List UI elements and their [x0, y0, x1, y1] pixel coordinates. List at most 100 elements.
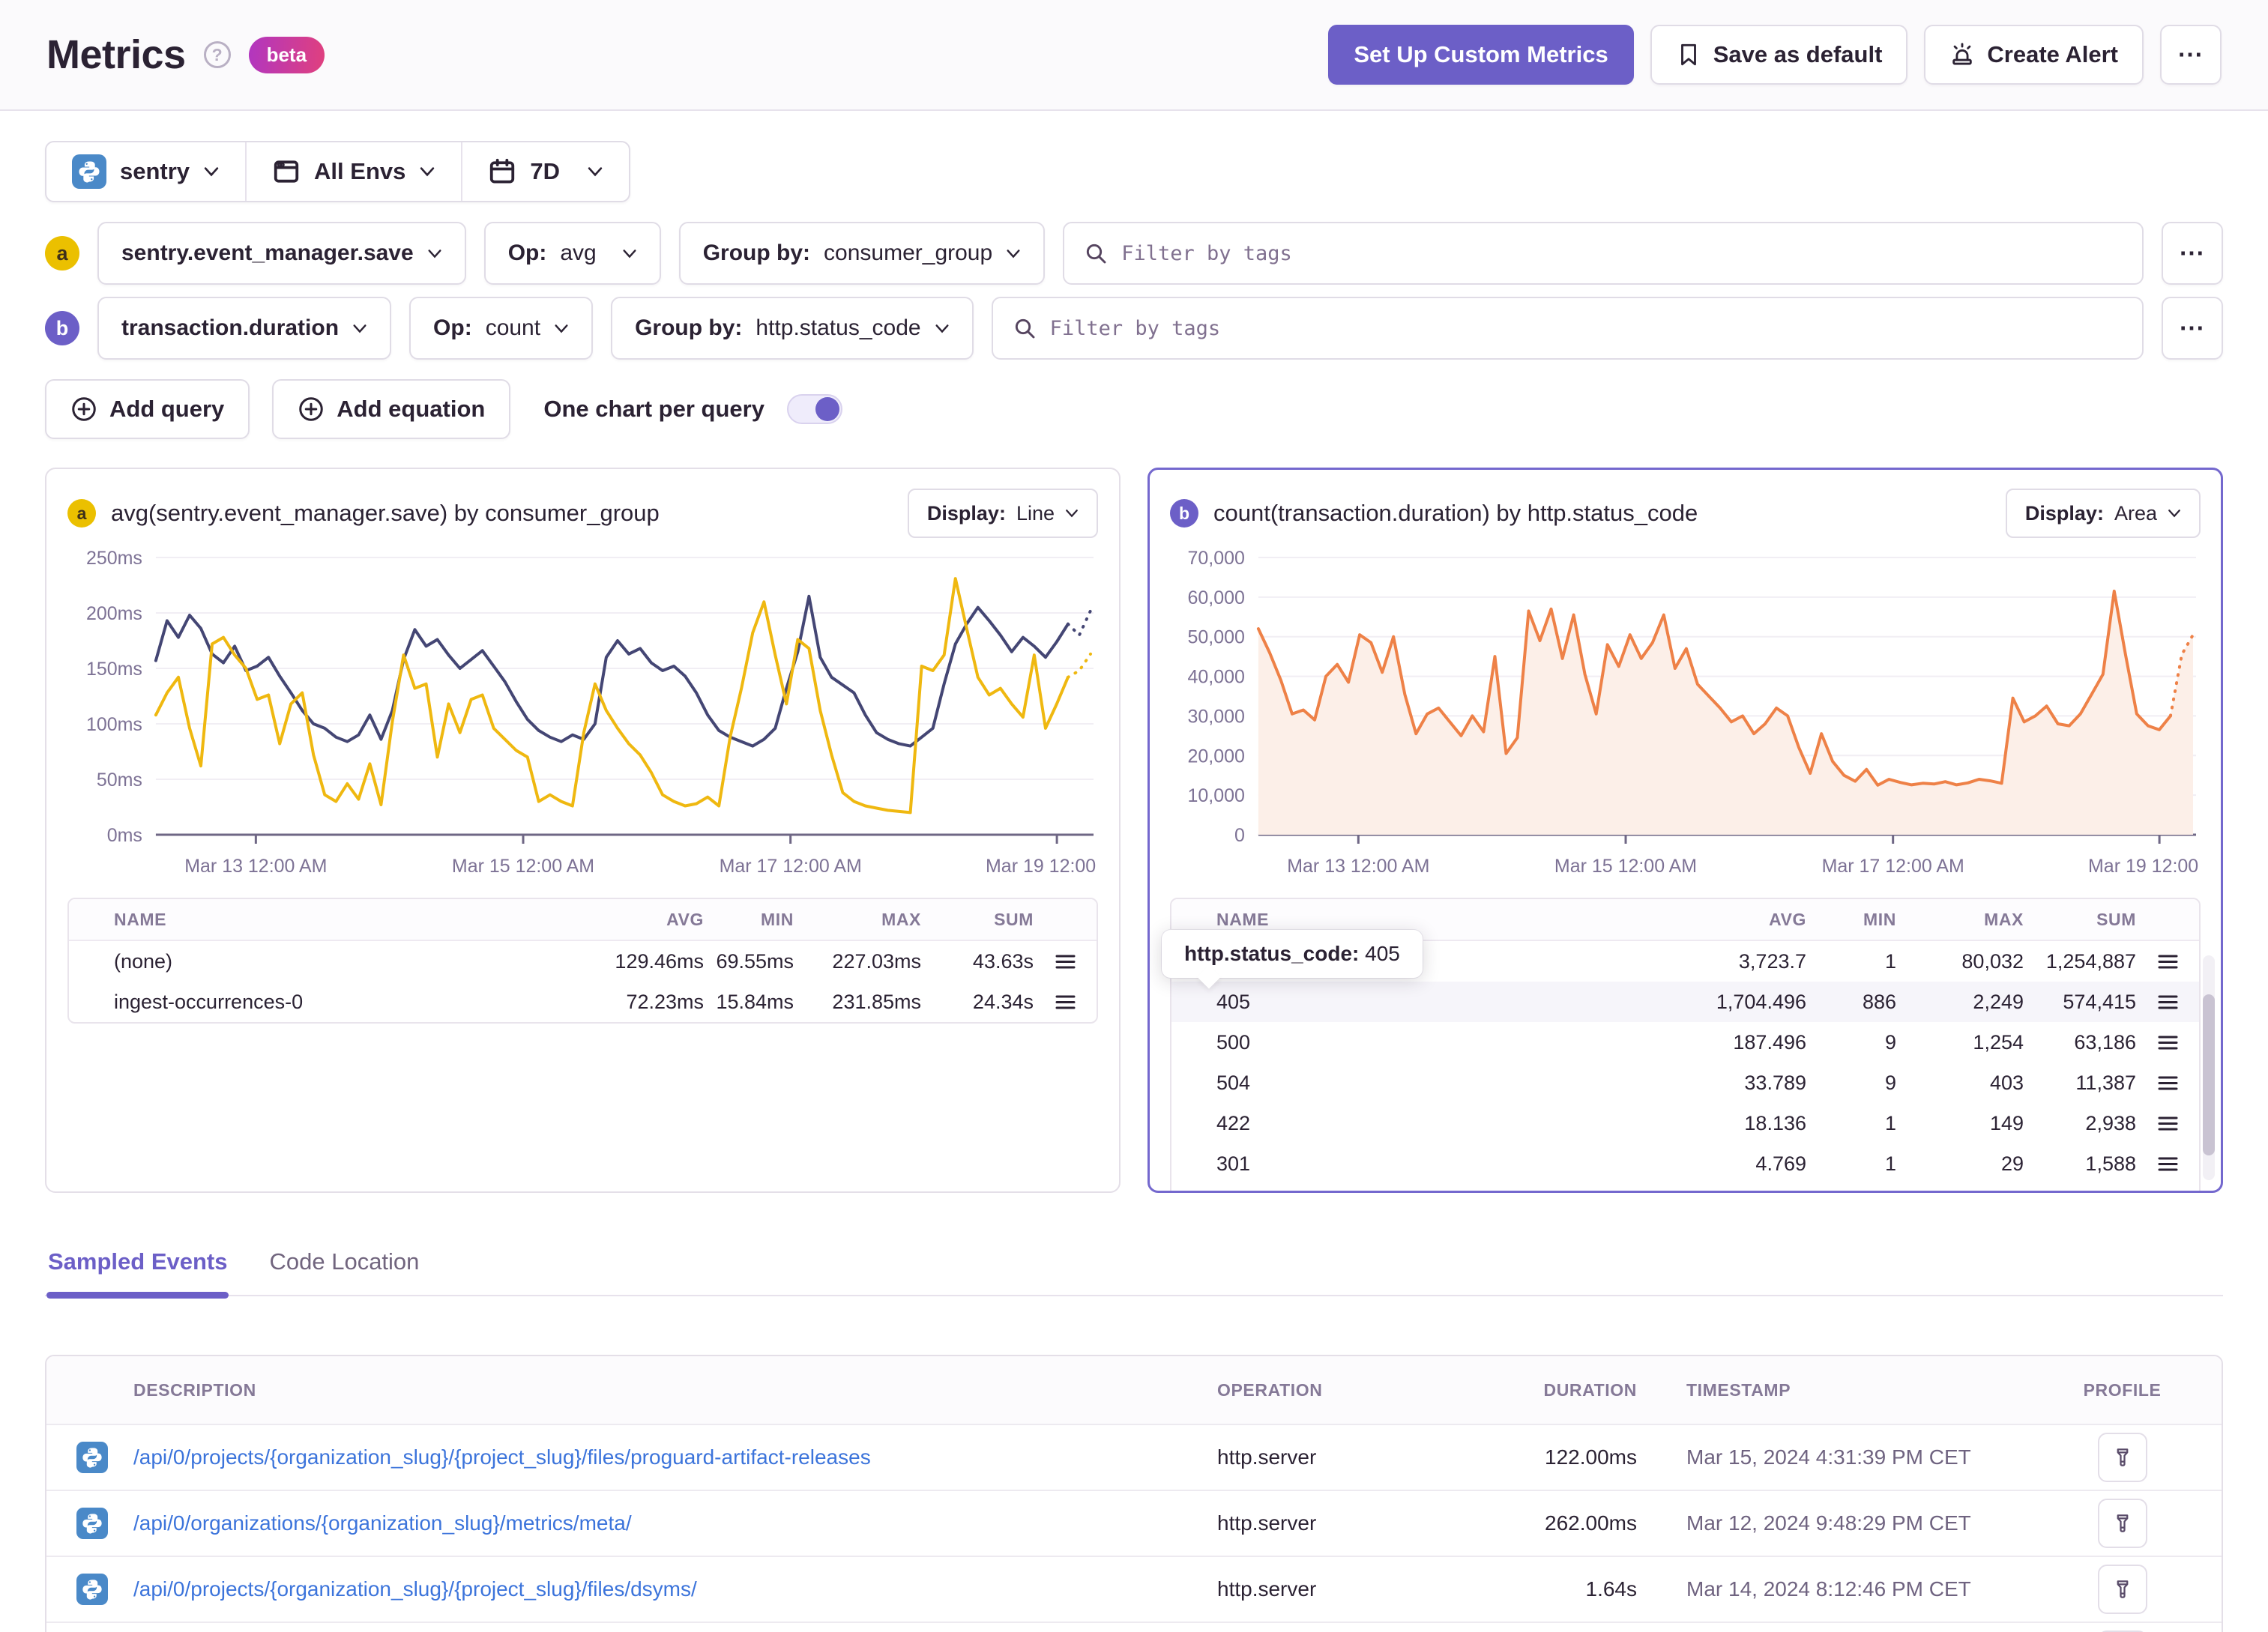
summary-row[interactable]: 405 1,704.496 886 2,249 574,415: [1171, 982, 2199, 1022]
summary-row[interactable]: ingest-occurrences-0 72.23ms 15.84ms 231.85…: [69, 982, 1097, 1022]
series-sum: 11,387: [2075, 1071, 2136, 1094]
chart-panel-a[interactable]: a avg(sentry.event_manager.save) by cons…: [45, 468, 1121, 1193]
series-name: (none): [114, 949, 173, 973]
line-chart[interactable]: 0ms 50ms 100ms 150ms 200ms 250ms Mar 13 12:00 …: [67, 544, 1098, 883]
row-menu-button[interactable]: [2136, 1116, 2199, 1131]
tag-filter-a: [1063, 222, 2144, 285]
environment-selector[interactable]: All Envs: [245, 142, 461, 201]
op-select-b[interactable]: Op: count: [409, 297, 594, 360]
query-actions-row: Add query Add equation One chart per que…: [45, 379, 2223, 439]
tag-filter-input-b[interactable]: [1049, 316, 2123, 340]
series-avg: 3,723.7: [1738, 949, 1806, 973]
chevron-down-icon: [420, 167, 435, 177]
row-menu-button[interactable]: [2136, 1156, 2199, 1172]
add-equation-button[interactable]: Add equation: [272, 379, 511, 439]
row-menu-button[interactable]: [2136, 1075, 2199, 1091]
help-icon[interactable]: ?: [203, 41, 231, 68]
setup-custom-metrics-button[interactable]: Set Up Custom Metrics: [1328, 25, 1634, 85]
query-badge-a: a: [67, 499, 96, 528]
chevron-down-icon: [428, 249, 441, 258]
series-sum: 863: [2024, 1193, 2136, 1194]
svg-text:50,000: 50,000: [1188, 627, 1245, 648]
svg-text:70,000: 70,000: [1188, 548, 1245, 569]
chevron-down-icon: [204, 167, 219, 177]
event-timestamp: Mar 15, 2024 4:31:39 PM CET: [1686, 1445, 1971, 1469]
series-min: 69.55ms: [716, 949, 794, 973]
chart-panel-b[interactable]: b count(transaction.duration) by http.st…: [1147, 468, 2223, 1193]
query-b-more-button[interactable]: ⋯: [2162, 297, 2223, 360]
series-min: 1: [1806, 1193, 1896, 1194]
series-max: 231.85ms: [832, 990, 921, 1013]
profile-button[interactable]: [2097, 1499, 2147, 1548]
query-a-more-button[interactable]: ⋯: [2162, 222, 2223, 285]
date-range-selector[interactable]: 7D: [461, 142, 629, 201]
area-chart[interactable]: 0 10,000 20,000 30,000 40,000 50,000 60,000 70,…: [1170, 544, 2201, 883]
page-header: Metrics ? beta Set Up Custom Metrics Sav…: [0, 0, 2268, 111]
event-description-link[interactable]: /api/0/projects/{organization_slug}/{pro…: [133, 1445, 1217, 1469]
summary-row[interactable]: (none) 129.46ms 69.55ms 227.03ms 43.63s: [69, 941, 1097, 982]
row-menu-button[interactable]: [2136, 1035, 2199, 1051]
series-min: 9: [1884, 1071, 1896, 1094]
event-duration: 122.00ms: [1545, 1445, 1637, 1469]
summary-row[interactable]: 504 33.789 9 403 11,387: [1171, 1063, 2199, 1103]
row-menu-icon: [2158, 1116, 2177, 1130]
siren-icon: [1952, 43, 1973, 65]
row-menu-button[interactable]: [1034, 994, 1097, 1010]
series-max: 29: [2000, 1152, 2024, 1175]
row-menu-button[interactable]: [2136, 994, 2199, 1010]
page-filter-bar: sentry All Envs 7D: [45, 141, 631, 202]
chevron-down-icon: [1007, 249, 1020, 258]
project-selector[interactable]: sentry: [46, 142, 245, 201]
header-more-button[interactable]: ⋯: [2160, 25, 2222, 85]
event-description-link[interactable]: /api/0/projects/{organization_slug}/{pro…: [133, 1577, 1217, 1601]
beta-badge: beta: [248, 36, 325, 73]
profile-button[interactable]: [2097, 1565, 2147, 1614]
svg-text:60,000: 60,000: [1188, 587, 1245, 608]
display-select-b[interactable]: Display: Area: [2005, 489, 2201, 538]
tab-code-location[interactable]: Code Location: [268, 1248, 420, 1295]
search-icon: [1015, 318, 1035, 339]
summary-row[interactable]: 301 4.769 1 29 1,588: [1171, 1143, 2199, 1184]
profile-button[interactable]: [2097, 1433, 2147, 1482]
create-alert-button[interactable]: Create Alert: [1924, 25, 2144, 85]
metric-select-b[interactable]: transaction.duration: [97, 297, 392, 360]
summary-row[interactable]: 422 18.136 1 149 2,938: [1171, 1103, 2199, 1143]
python-icon: [76, 1508, 108, 1539]
op-select-a[interactable]: Op: avg: [483, 222, 661, 285]
series-max: 227.03ms: [832, 949, 921, 973]
chevron-down-icon: [2168, 510, 2180, 518]
svg-text:Mar 13 12:00 AM: Mar 13 12:00 AM: [184, 856, 327, 877]
series-avg: 33.789: [1744, 1071, 1806, 1094]
event-timestamp: Mar 12, 2024 9:48:29 PM CET: [1686, 1511, 1971, 1535]
row-menu-icon: [2158, 955, 2177, 968]
event-duration: 262.00ms: [1545, 1511, 1637, 1535]
svg-text:20,000: 20,000: [1188, 746, 1245, 767]
summary-row[interactable]: 500 187.496 9 1,254 63,186: [1171, 1022, 2199, 1063]
series-avg: 6.904: [1626, 1193, 1806, 1194]
summary-row[interactable]: 5026.904134863: [1171, 1184, 2199, 1194]
page-title: Metrics: [46, 32, 186, 77]
row-menu-button[interactable]: [1034, 954, 1097, 970]
row-menu-button[interactable]: [2136, 954, 2199, 970]
series-max: 1,254: [1973, 1030, 2024, 1054]
python-icon: [76, 1574, 108, 1605]
tag-filter-input-a[interactable]: [1121, 241, 2123, 265]
tab-sampled-events[interactable]: Sampled Events: [46, 1248, 229, 1299]
one-chart-per-query-toggle[interactable]: [786, 394, 842, 424]
row-menu-icon: [2158, 1036, 2177, 1049]
add-query-button[interactable]: Add query: [45, 379, 250, 439]
event-operation: http.server: [1217, 1577, 1317, 1601]
event-row: /api/0/projects/{organization_slug}/{pro…: [46, 1424, 2222, 1490]
display-select-a[interactable]: Display: Line: [907, 489, 1098, 538]
groupby-select-a[interactable]: Group by: consumer_group: [678, 222, 1046, 285]
event-description-link[interactable]: /api/0/organizations/{organization_slug}…: [133, 1511, 1217, 1535]
groupby-select-b[interactable]: Group by: http.status_code: [611, 297, 974, 360]
bottom-tabs: Sampled Events Code Location: [45, 1248, 2223, 1299]
chart-title-b: count(transaction.duration) by http.stat…: [1213, 500, 1698, 526]
row-menu-icon: [2158, 1076, 2177, 1089]
profile-icon: [2117, 1448, 2128, 1466]
series-max: 80,032: [1961, 949, 2024, 973]
metric-select-a[interactable]: sentry.event_manager.save: [97, 222, 466, 285]
table-scrollbar-thumb[interactable]: [2203, 994, 2215, 1155]
save-as-default-button[interactable]: Save as default: [1650, 25, 1908, 85]
